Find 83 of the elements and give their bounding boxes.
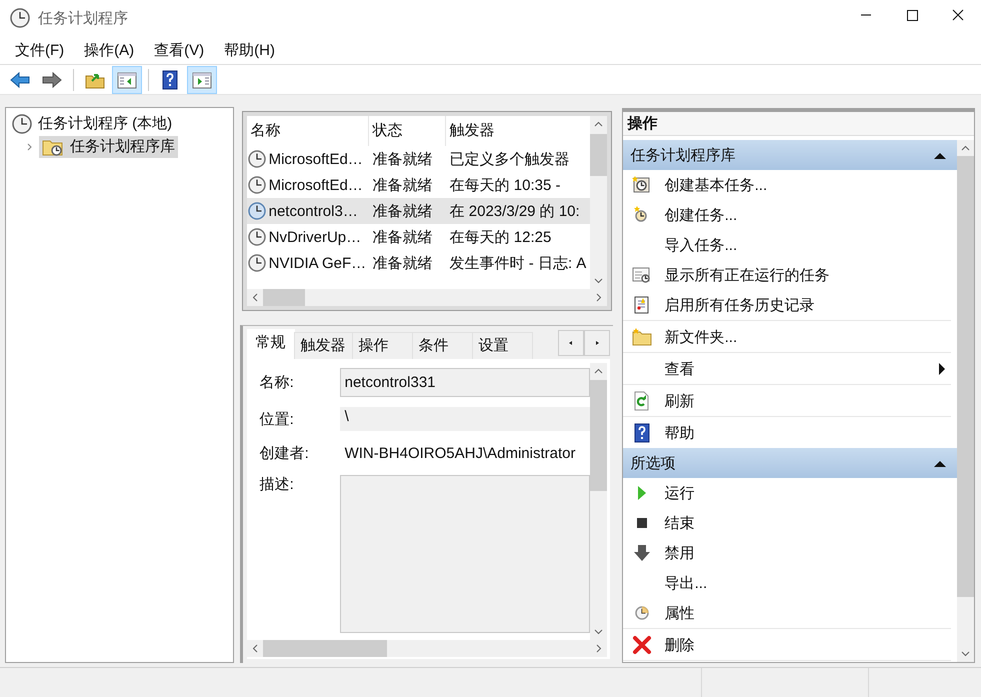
horizontal-scrollbar[interactable] [246, 640, 607, 657]
table-cell-text: 在 2023/3/29 的 10: [448, 202, 581, 220]
collapse-icon[interactable] [933, 150, 947, 160]
clock-icon [248, 228, 266, 246]
menu-item[interactable]: 操作(A) [75, 40, 144, 60]
table-row[interactable]: MicrosoftEd… 准备就绪 已定义多个触发器 [246, 146, 590, 172]
table-cell-text: 在每天的 10:35 - [448, 176, 562, 194]
table-row[interactable]: NVIDIA GeF… 准备就绪 发生事件时 - 日志: A [246, 250, 590, 276]
action-item[interactable]: 启用所有任务历史记录 [622, 290, 951, 321]
action-item[interactable]: 导入任务... [622, 230, 957, 260]
tab[interactable]: 触发器 [294, 332, 353, 359]
table-row[interactable]: MicrosoftEd… 准备就绪 在每天的 10:35 - [246, 172, 590, 198]
collapse-icon[interactable] [933, 458, 947, 468]
scroll-thumb[interactable] [590, 134, 607, 176]
table-cell-text: 在每天的 12:25 [448, 228, 552, 246]
scroll-thumb[interactable] [590, 380, 607, 491]
input-field[interactable]: netcontrol331 [340, 368, 590, 397]
action-item[interactable]: 帮助 [622, 418, 957, 448]
action-item[interactable]: 属性 [622, 598, 951, 629]
clock-icon [248, 202, 266, 220]
action-item[interactable]: 显示所有正在运行的任务 [622, 260, 957, 290]
action-item[interactable]: 结束 [622, 508, 957, 538]
tab[interactable]: 常规 [246, 329, 295, 359]
action-item[interactable]: 创建任务... [622, 200, 957, 230]
help-icon [632, 423, 652, 443]
pane-header: 操作 [622, 112, 974, 136]
table-cell-text: 发生事件时 - 日志: A [448, 254, 588, 272]
action-item[interactable]: 删除 [622, 630, 951, 661]
table-cell-text: 准备就绪 [372, 202, 434, 220]
table-cell-text: 准备就绪 [372, 150, 434, 168]
section-header[interactable]: 任务计划程序库 [622, 140, 957, 170]
scroll-thumb[interactable] [957, 156, 974, 597]
vertical-scrollbar[interactable] [957, 140, 974, 662]
vertical-scrollbar[interactable] [590, 116, 607, 289]
action-item[interactable]: 创建基本任务... [622, 170, 957, 200]
delete-icon [632, 635, 652, 655]
table-row[interactable]: netcontrol3… 准备就绪 在 2023/3/29 的 10: [246, 198, 590, 224]
field-value: WIN-BH4OIRO5AHJ\Administrator [344, 444, 576, 464]
clock-icon [248, 150, 266, 168]
table-cell-text: 已定义多个触发器 [448, 150, 571, 168]
table-cell: NVIDIA GeF… [268, 254, 366, 272]
field-label: 位置: [260, 410, 295, 428]
menu-item[interactable]: 查看(V) [145, 40, 214, 60]
field-label: 名称: [260, 373, 295, 392]
action-pane-button[interactable] [187, 66, 217, 94]
clock-icon [248, 176, 266, 194]
column-header[interactable]: 状态 [368, 116, 446, 146]
clock-icon [12, 114, 32, 134]
clock-icon [10, 8, 30, 28]
table-cell-text: 准备就绪 [372, 176, 434, 194]
new-folder-icon [632, 327, 652, 347]
down-arrow-icon [632, 543, 652, 563]
table-cell: netcontrol3… [268, 202, 358, 220]
field-label: 创建者: [260, 444, 310, 462]
clock-icon [248, 254, 266, 272]
table-cell: MicrosoftEd… [268, 176, 363, 194]
action-item[interactable]: 导出... [622, 568, 957, 598]
column-header[interactable]: 名称 [246, 116, 369, 146]
table-cell: MicrosoftEd… [268, 150, 363, 168]
menu-item[interactable]: 文件(F) [6, 40, 74, 60]
vertical-scrollbar[interactable] [590, 363, 607, 640]
tree-item[interactable]: 任务计划程序库 [39, 136, 178, 158]
section-header[interactable]: 所选项 [622, 448, 957, 478]
action-item[interactable]: 运行 [622, 478, 957, 508]
table-cell-text: 准备就绪 [372, 254, 434, 272]
pane-toggle-button[interactable] [112, 66, 142, 94]
menu-item[interactable]: 帮助(H) [215, 40, 284, 60]
horizontal-scrollbar[interactable] [246, 289, 607, 306]
action-item[interactable]: 查看 [622, 354, 951, 385]
scroll-thumb[interactable] [262, 289, 306, 306]
scroll-thumb[interactable] [262, 640, 388, 657]
table-cell: NvDriverUp… [268, 228, 362, 246]
read-only-field: \ [340, 407, 590, 431]
action-item[interactable]: 刷新 [622, 386, 951, 417]
task-list-icon [632, 265, 652, 285]
table-row[interactable]: NvDriverUp… 准备就绪 在每天的 12:25 [246, 224, 590, 250]
tree-item[interactable]: 任务计划程序 (本地) [12, 112, 176, 134]
action-item[interactable]: 禁用 [622, 538, 957, 568]
window-title: 任务计划程序 [38, 8, 129, 28]
tab[interactable]: 设置 [472, 332, 533, 359]
action-item[interactable]: 新文件夹... [622, 322, 951, 353]
table-cell-text: 准备就绪 [372, 228, 434, 246]
field-label: 描述: [260, 475, 295, 494]
